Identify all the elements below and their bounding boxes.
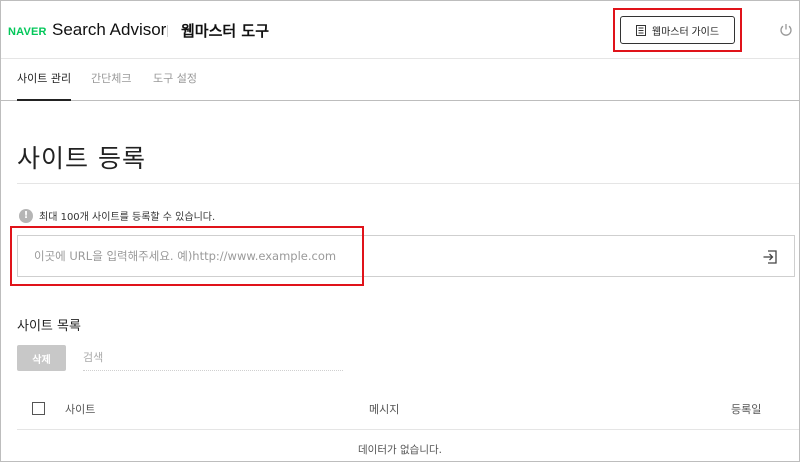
power-icon[interactable] — [779, 23, 793, 37]
guide-button-label: 웹마스터 가이드 — [651, 26, 720, 38]
tab-bar: 사이트 관리 간단체크 도구 설정 — [1, 59, 799, 101]
info-row: ! 최대 100개 사이트를 등록할 수 있습니다. — [19, 208, 215, 223]
tool-title: 웹마스터 도구 — [181, 22, 270, 40]
empty-message: 데이터가 없습니다. — [358, 444, 442, 456]
top-header: NAVER Search Advisor 웹마스터 도구 웹마스터 가이드 — [1, 1, 799, 59]
info-text: 최대 100개 사이트를 등록할 수 있습니다. — [39, 212, 216, 223]
webmaster-guide-button[interactable]: 웹마스터 가이드 — [620, 16, 735, 44]
delete-button[interactable]: 삭제 — [17, 345, 66, 371]
tab-site-management[interactable]: 사이트 관리 — [17, 59, 72, 101]
table-header: 사이트 메시지 등록일 — [17, 388, 799, 430]
page-title: 사이트 등록 — [17, 144, 146, 173]
column-site[interactable]: 사이트 — [65, 401, 95, 417]
search-input[interactable] — [83, 345, 343, 371]
header-divider — [167, 25, 168, 37]
brand-title[interactable]: Search Advisor — [52, 20, 166, 40]
tab-tool-settings[interactable]: 도구 설정 — [153, 59, 197, 100]
info-icon: ! — [19, 208, 33, 223]
url-input-highlight — [10, 226, 364, 286]
book-icon — [635, 24, 646, 36]
column-registered-date[interactable]: 등록일 — [731, 401, 761, 417]
title-divider — [17, 183, 799, 184]
tab-simple-check[interactable]: 간단체크 — [91, 59, 131, 100]
naver-logo[interactable]: NAVER — [8, 26, 47, 38]
column-message[interactable]: 메시지 — [369, 401, 399, 417]
site-list-title: 사이트 목록 — [17, 319, 81, 334]
enter-icon[interactable] — [762, 249, 778, 265]
select-all-checkbox[interactable] — [32, 402, 45, 415]
